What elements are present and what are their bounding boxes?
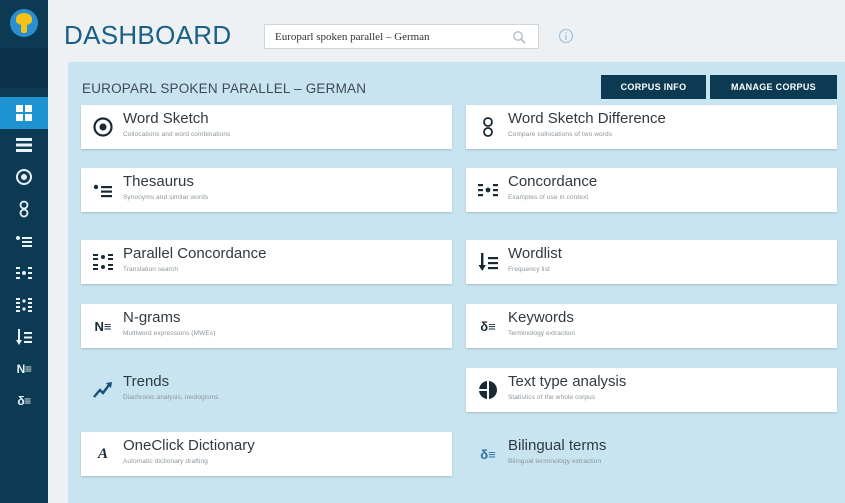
corpus-panel: EUROPARL SPOKEN PARALLEL – GERMAN CORPUS…	[68, 62, 845, 503]
card-title: Thesaurus	[123, 173, 194, 190]
keywords-icon: δ≡	[17, 394, 31, 408]
concordance-icon	[476, 179, 500, 201]
card-title: Wordlist	[508, 245, 562, 262]
card-concordance[interactable]: Concordance Examples of use in context	[466, 168, 837, 212]
wordlist-icon	[476, 251, 500, 273]
card-subtitle: Automatic dictionary drafting	[123, 458, 208, 465]
card-trends[interactable]: Trends Diachronic analysis, neologisms	[81, 368, 452, 412]
sidebar-item-concordance[interactable]	[0, 257, 48, 289]
card-subtitle: Statistics of the whole corpus	[508, 394, 596, 401]
thesaurus-icon	[16, 236, 32, 247]
sidebar-spacer	[0, 48, 48, 88]
card-word-sketch-difference[interactable]: Word Sketch Difference Compare collocati…	[466, 105, 837, 149]
sidebar-item-list[interactable]	[0, 129, 48, 161]
thesaurus-icon	[91, 179, 115, 201]
sidebar-item-parallel-concordance[interactable]	[0, 289, 48, 321]
card-subtitle: Terminology extraction	[508, 330, 576, 337]
card-subtitle: Frequency list	[508, 266, 550, 273]
corpus-info-button[interactable]: CORPUS INFO	[601, 75, 706, 99]
sidebar-item-word-sketch[interactable]	[0, 161, 48, 193]
corpus-title: EUROPARL SPOKEN PARALLEL – GERMAN	[82, 81, 367, 96]
card-title: Keywords	[508, 309, 574, 326]
sidebar-item-thesaurus[interactable]	[0, 225, 48, 257]
card-keywords[interactable]: δ≡ Keywords Terminology extraction	[466, 304, 837, 348]
bilingual-terms-icon: δ≡	[480, 446, 496, 462]
page-title: DASHBOARD	[64, 20, 232, 50]
card-word-sketch[interactable]: Word Sketch Collocations and word combin…	[81, 105, 452, 149]
sidebar-item-wordlist[interactable]	[0, 321, 48, 353]
sidebar-item-ngrams[interactable]: N≡	[0, 353, 48, 385]
wordlist-icon	[16, 329, 32, 345]
word-sketch-difference-icon	[19, 200, 29, 218]
dashboard-icon	[16, 105, 32, 121]
header: DASHBOARD	[48, 0, 845, 62]
card-subtitle: Bilingual terminology extraction	[508, 458, 602, 465]
app-logo[interactable]	[10, 9, 38, 37]
keywords-icon: δ≡	[480, 318, 496, 334]
card-subtitle: Diachronic analysis, neologisms	[123, 394, 219, 401]
card-thesaurus[interactable]: Thesaurus Synonyms and similar words	[81, 168, 452, 212]
sidebar-item-word-sketch-difference[interactable]	[0, 193, 48, 225]
word-sketch-icon	[16, 169, 32, 185]
card-parallel-concordance[interactable]: Parallel Concordance Translation search	[81, 240, 452, 284]
card-subtitle: Examples of use in context	[508, 194, 589, 201]
sidebar: N≡ δ≡	[0, 0, 48, 503]
parallel-concordance-icon	[16, 298, 32, 312]
search-icon[interactable]	[512, 30, 526, 44]
card-ngrams[interactable]: N≡ N-grams Multiword expressions (MWEs)	[81, 304, 452, 348]
sidebar-item-dashboard[interactable]	[0, 97, 48, 129]
card-text-type-analysis[interactable]: Text type analysis Statistics of the who…	[466, 368, 837, 412]
card-title: Text type analysis	[508, 373, 627, 390]
card-title: OneClick Dictionary	[123, 437, 255, 454]
card-wordlist[interactable]: Wordlist Frequency list	[466, 240, 837, 284]
ngrams-icon: N≡	[94, 318, 112, 334]
dictionary-icon: A	[97, 445, 108, 462]
manage-corpus-button[interactable]: MANAGE CORPUS	[710, 75, 837, 99]
word-sketch-icon	[91, 116, 115, 138]
card-title: Word Sketch	[123, 110, 209, 127]
card-subtitle: Collocations and word combinations	[123, 131, 231, 138]
card-title: Concordance	[508, 173, 598, 190]
list-icon	[16, 138, 32, 152]
corpus-search-input[interactable]	[265, 25, 505, 48]
card-subtitle: Synonyms and similar words	[123, 194, 209, 201]
card-title: Trends	[123, 373, 170, 390]
card-title: Word Sketch Difference	[508, 110, 666, 127]
card-oneclick-dictionary[interactable]: A OneClick Dictionary Automatic dictiona…	[81, 432, 452, 476]
word-sketch-difference-icon	[476, 116, 500, 138]
card-bilingual-terms[interactable]: δ≡ Bilingual terms Bilingual terminology…	[466, 432, 837, 476]
trends-icon	[91, 379, 115, 401]
card-title: N-grams	[123, 309, 181, 326]
concordance-icon	[16, 267, 32, 279]
card-subtitle: Compare collocations of two words	[508, 131, 613, 138]
card-subtitle: Multiword expressions (MWEs)	[123, 330, 216, 337]
sidebar-item-keywords[interactable]: δ≡	[0, 385, 48, 417]
ngrams-icon: N≡	[16, 362, 32, 376]
info-icon[interactable]	[558, 28, 574, 44]
pie-chart-icon	[476, 379, 500, 401]
corpus-search-box[interactable]	[264, 24, 539, 49]
parallel-concordance-icon	[91, 251, 115, 273]
card-title: Bilingual terms	[508, 437, 607, 454]
card-title: Parallel Concordance	[123, 245, 267, 262]
card-subtitle: Translation search	[123, 266, 179, 273]
